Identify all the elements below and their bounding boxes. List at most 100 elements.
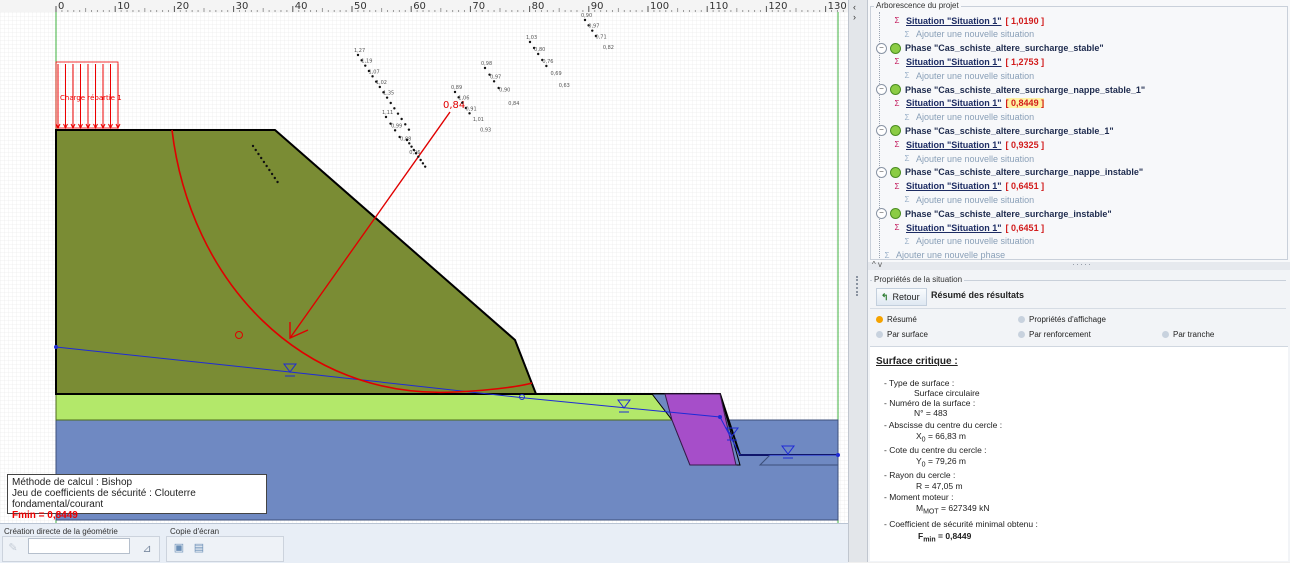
option-by-reinforcement[interactable]: Par renforcement <box>1018 330 1091 339</box>
trial-fs-label: 0,76 <box>542 59 553 65</box>
trial-centre-dot[interactable] <box>453 90 457 94</box>
trial-centre-dot[interactable] <box>385 96 389 99</box>
tree-situation[interactable]: Σ Situation "Situation 1"[ 0,8449 ] <box>890 97 1045 110</box>
trial-centre-dot[interactable] <box>251 144 255 148</box>
geometry-input[interactable] <box>28 538 130 554</box>
divider-grip-icon[interactable]: ····· <box>1072 259 1092 269</box>
trial-centre-dot[interactable] <box>536 52 540 56</box>
geometry-view[interactable]: 0 10 20 30 40 50 60 70 80 90 100 110 120 130 Charge r… <box>0 0 848 523</box>
collapse-toggle-icon[interactable]: − <box>876 84 887 95</box>
collapse-toggle-icon[interactable]: − <box>876 42 887 54</box>
trial-centre-dot[interactable] <box>393 107 396 110</box>
option-by-slice[interactable]: Par tranche <box>1162 330 1214 339</box>
copy-screen-region-icon[interactable]: ▤ <box>192 540 206 554</box>
trial-centre-dot[interactable] <box>257 152 260 156</box>
trial-centre-dot[interactable] <box>265 164 268 168</box>
tree-situation[interactable]: Σ Situation "Situation 1"[ 1,0190 ] <box>890 14 1045 27</box>
tree-situation[interactable]: Σ Situation "Situation 1"[ 0,6451 ] <box>890 180 1045 193</box>
tree-phase[interactable]: − Phase "Cas_schiste_altere_surcharge_nap… <box>876 83 1145 96</box>
trial-centre-dot[interactable] <box>417 155 420 158</box>
trial-centre-dot[interactable] <box>492 80 496 83</box>
trial-centre-dot[interactable] <box>254 148 257 152</box>
trial-centre-dot[interactable] <box>414 152 418 155</box>
expand-right-icon[interactable]: › <box>853 12 856 22</box>
trial-centre-dot[interactable] <box>461 101 464 104</box>
trial-centre-dot[interactable] <box>259 156 263 160</box>
trial-centre-dot[interactable] <box>262 160 266 164</box>
tree-phase[interactable]: − Phase "Cas_schiste_altere_surcharge_nap… <box>876 166 1143 179</box>
option-by-surface[interactable]: Par surface <box>876 330 928 339</box>
trial-centre-dot[interactable] <box>419 158 422 162</box>
add-situation-item[interactable]: Σ Ajouter une nouvelle situation <box>900 28 1035 41</box>
water-node[interactable] <box>718 415 722 419</box>
trial-centre-dot[interactable] <box>583 18 587 22</box>
trial-fs-label: 0,93 <box>480 128 491 134</box>
splitter-grip-icon[interactable] <box>856 276 860 296</box>
tree-phase[interactable]: − Phase "Cas_schiste_altere_surcharge_sta… <box>876 124 1114 137</box>
trial-centre-dot[interactable] <box>273 176 277 180</box>
trial-centre-dot[interactable] <box>408 142 411 145</box>
water-node[interactable] <box>836 453 840 457</box>
collapse-toggle-icon[interactable]: − <box>876 125 887 137</box>
props-separator <box>870 308 1286 309</box>
add-situation-item[interactable]: Σ Ajouter une nouvelle situation <box>900 69 1035 82</box>
panel-divider[interactable]: ^ v ····· <box>868 259 1290 270</box>
option-resume[interactable]: Résumé <box>876 315 917 324</box>
option-display-props[interactable]: Propriétés d'affichage <box>1018 315 1106 324</box>
add-situation-item[interactable]: Σ Ajouter une nouvelle situation <box>900 193 1035 206</box>
drawing-canvas[interactable]: 0 10 20 30 40 50 60 70 80 90 100 110 120 130 Charge r… <box>0 0 848 523</box>
radio-icon <box>1018 331 1025 338</box>
collapse-left-icon[interactable]: ‹ <box>853 2 856 12</box>
trial-centre-dot[interactable] <box>400 117 403 121</box>
add-situation-item[interactable]: Σ Ajouter une nouvelle situation <box>900 111 1035 124</box>
trial-centre-dot[interactable] <box>356 53 360 57</box>
trial-centre-dot[interactable] <box>393 129 397 132</box>
trial-centre-dot[interactable] <box>270 172 274 176</box>
collapse-toggle-icon[interactable]: − <box>876 208 887 220</box>
chevron-collapse-icon[interactable]: ^ v <box>872 260 882 269</box>
copy-screen-icon[interactable]: ▣ <box>172 540 186 554</box>
trial-fs-label: 0,89 <box>451 85 462 91</box>
trial-centre-dot[interactable] <box>384 115 388 119</box>
trial-centre-dot[interactable] <box>396 112 400 115</box>
trial-centre-dot[interactable] <box>407 128 411 131</box>
trial-centre-dot[interactable] <box>410 145 413 148</box>
water-node[interactable] <box>54 345 58 349</box>
situation-icon: Σ <box>894 223 900 232</box>
trial-centre-dot[interactable] <box>528 40 532 44</box>
panel-splitter[interactable]: ‹ › <box>848 0 868 562</box>
trial-centre-dot[interactable] <box>412 148 416 152</box>
screenshot-group-title: Copie d'écran <box>170 527 220 536</box>
ruler-label: 70 <box>472 1 485 12</box>
right-water-zone[interactable] <box>758 454 839 466</box>
add-situation-item[interactable]: Σ Ajouter une nouvelle situation <box>900 235 1035 248</box>
geometry-draw-icon[interactable]: ⊿ <box>140 541 154 555</box>
collapse-toggle-icon[interactable]: − <box>876 166 887 178</box>
trial-centre-dot[interactable] <box>404 123 407 126</box>
back-button[interactable]: ↰ Retour <box>876 288 927 306</box>
trial-centre-dot[interactable] <box>364 64 367 67</box>
trial-centre-dot[interactable] <box>371 75 374 78</box>
add-phase-item[interactable]: Σ Ajouter une nouvelle phase <box>880 249 1006 262</box>
trial-centre-dot[interactable] <box>405 138 409 142</box>
trial-centre-dot[interactable] <box>423 165 427 168</box>
trial-centre-dot[interactable] <box>378 85 382 89</box>
situation-label: Situation "Situation 1" <box>906 139 1002 150</box>
tree-situation[interactable]: Σ Situation "Situation 1"[ 1,2753 ] <box>890 55 1045 68</box>
trial-centre-dot[interactable] <box>468 112 471 115</box>
tree-situation[interactable]: Σ Situation "Situation 1"[ 0,6451 ] <box>890 221 1045 234</box>
trial-centre-dot[interactable] <box>483 66 487 70</box>
situation-icon: Σ <box>894 181 900 191</box>
pencil-icon[interactable]: ✎ <box>6 540 20 554</box>
trial-centre-dot[interactable] <box>421 162 425 165</box>
middle-soil-layer[interactable] <box>55 393 673 421</box>
trial-centre-dot[interactable] <box>591 29 594 32</box>
add-situation-item[interactable]: Σ Ajouter une nouvelle situation <box>900 152 1035 165</box>
tree-situation[interactable]: Σ Situation "Situation 1"[ 0,9325 ] <box>890 138 1045 151</box>
tree-phase[interactable]: − Phase "Cas_schiste_altere_surcharge_ins… <box>876 207 1112 220</box>
trial-centre-dot[interactable] <box>268 168 271 172</box>
trial-centre-dot[interactable] <box>389 101 392 105</box>
tree-phase[interactable]: − Phase "Cas_schiste_altere_surcharge_sta… <box>876 42 1104 55</box>
trial-centre-dot[interactable] <box>276 180 279 184</box>
trial-centre-dot[interactable] <box>545 64 548 68</box>
